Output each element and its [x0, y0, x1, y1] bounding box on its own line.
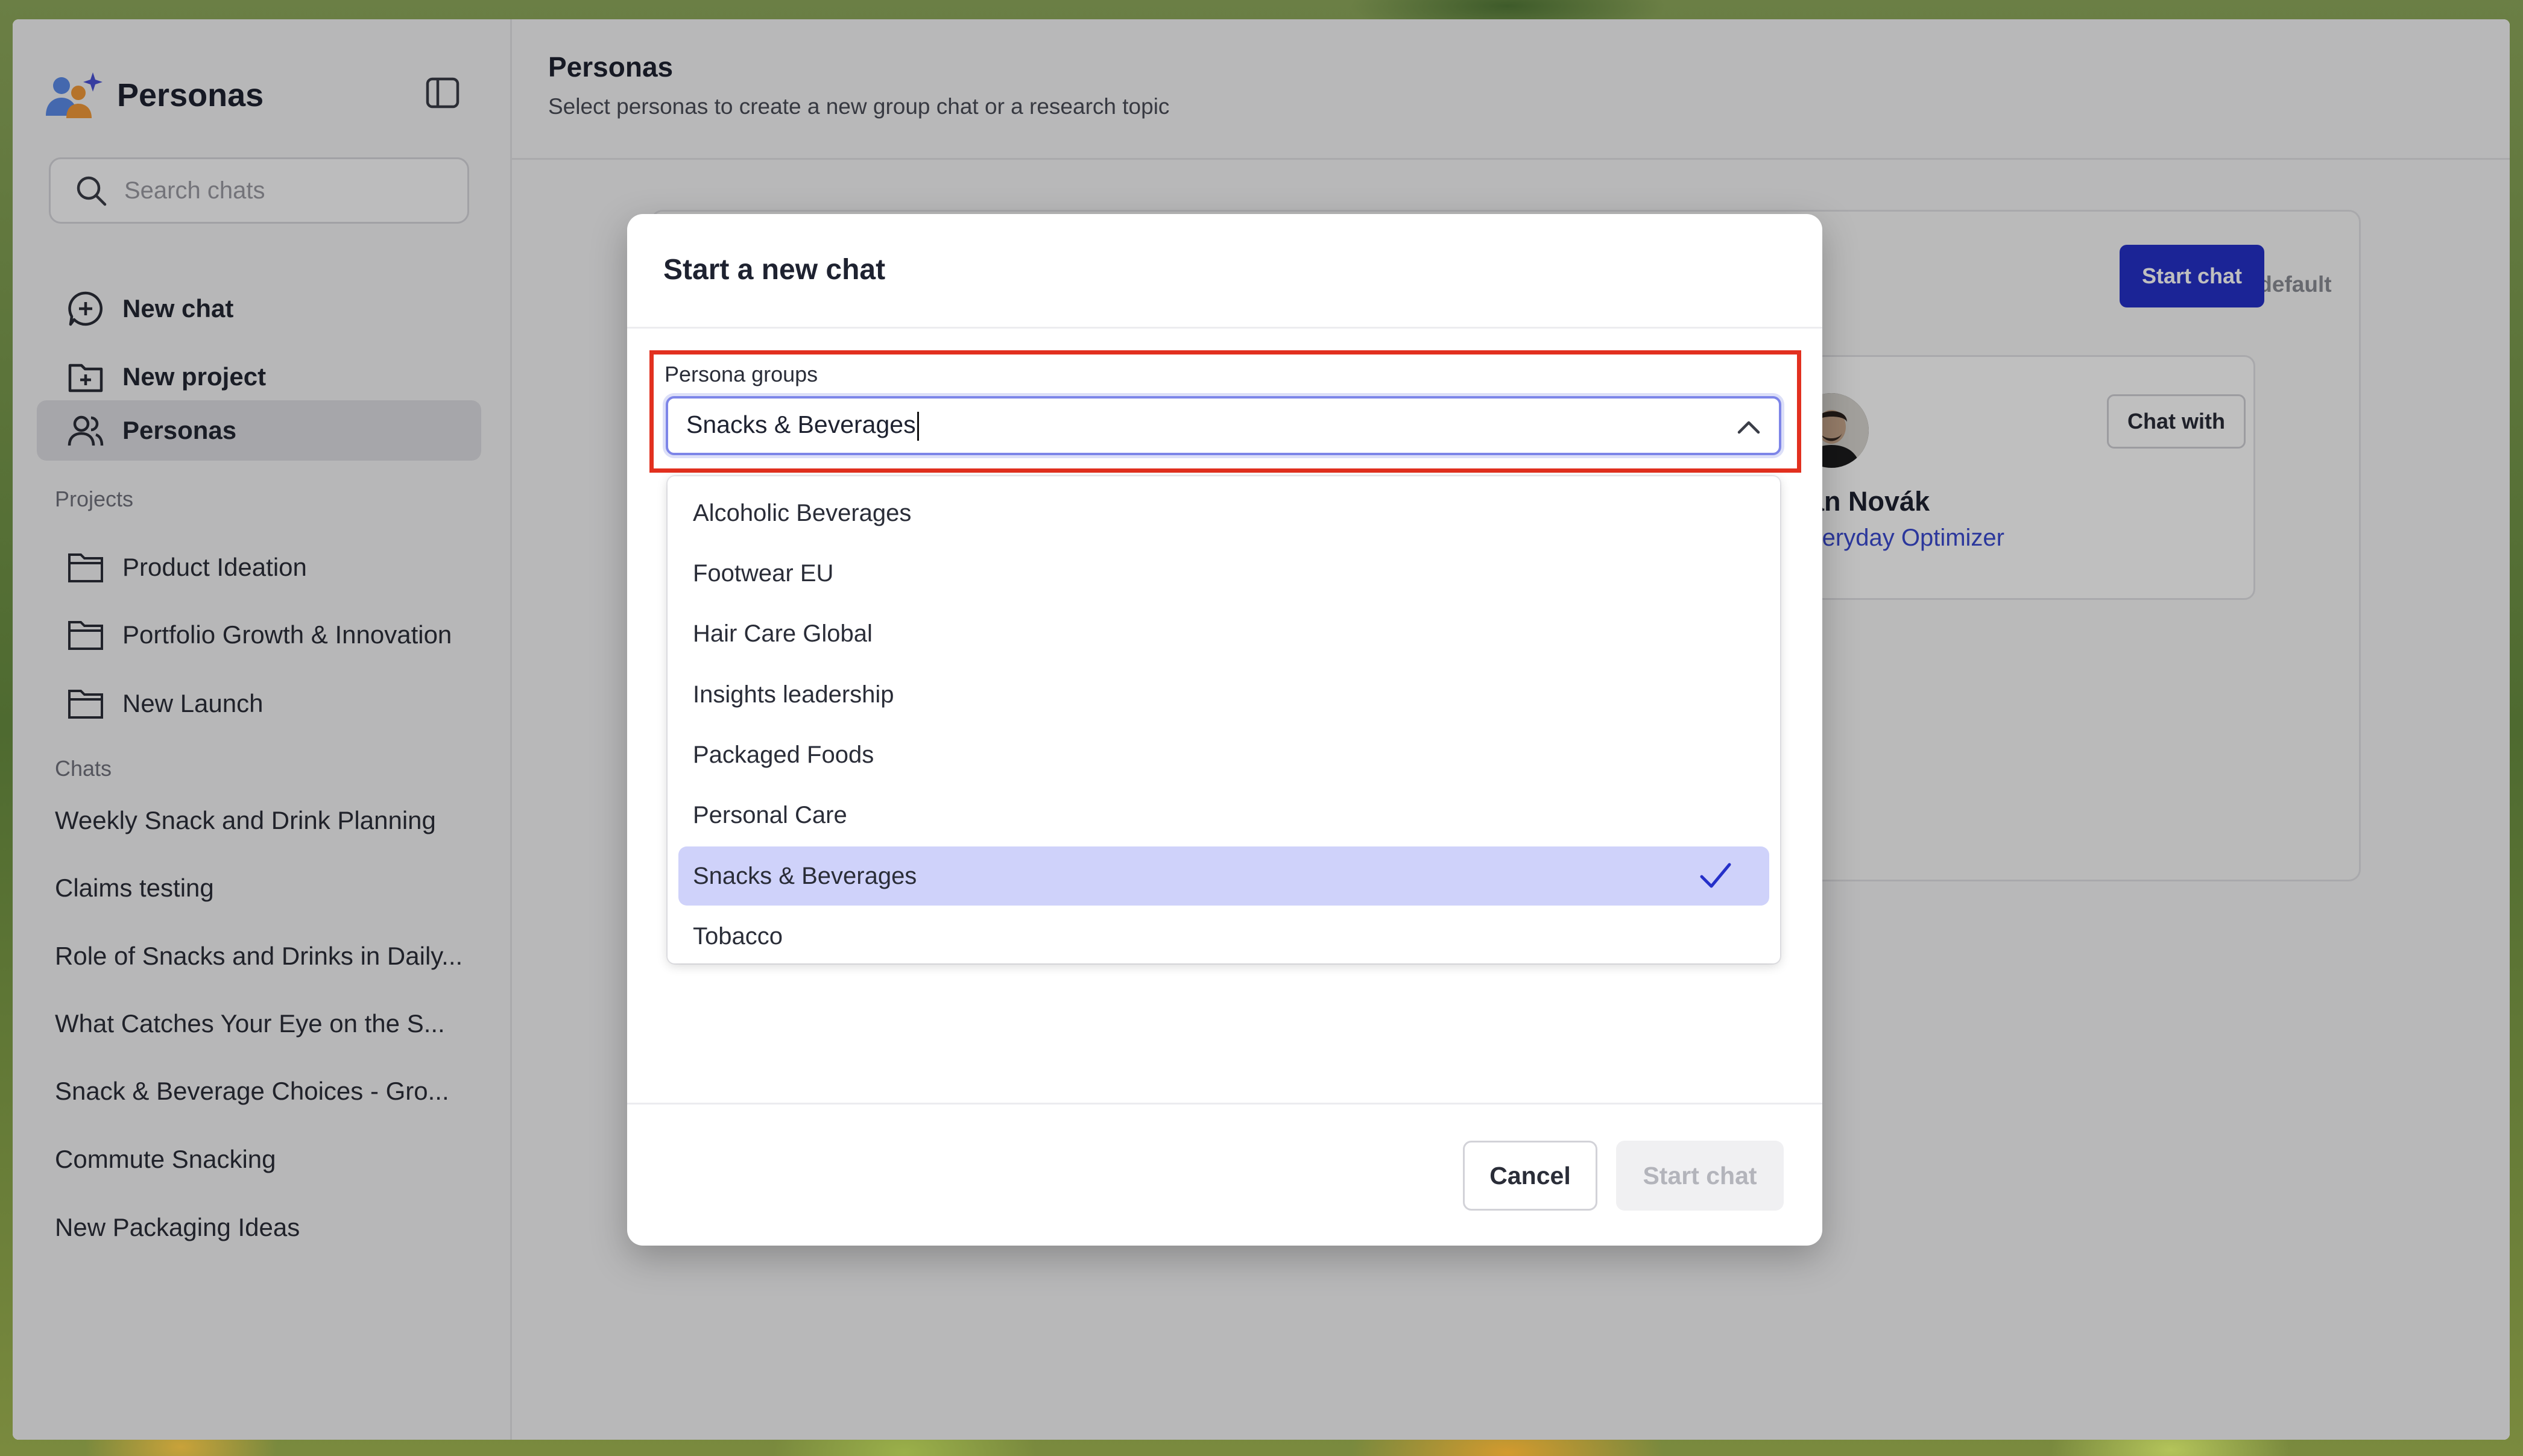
start-chat-dialog: Start a new chat Persona groups Snacks &…	[627, 214, 1822, 1246]
persona-groups-value[interactable]: Snacks & Beverages	[686, 411, 919, 441]
dropdown-option[interactable]: Alcoholic Beverages	[678, 484, 1769, 543]
persona-groups-dropdown: Alcoholic Beverages Footwear EU Hair Car…	[668, 476, 1780, 963]
divider	[627, 1103, 1822, 1105]
dropdown-option[interactable]: Packaged Foods	[678, 725, 1769, 784]
persona-groups-combobox[interactable]: Snacks & Beverages	[666, 396, 1781, 455]
divider	[627, 327, 1822, 329]
persona-groups-label: Persona groups	[665, 362, 818, 386]
dropdown-option[interactable]: Insights leadership	[678, 665, 1769, 724]
chevron-up-icon[interactable]	[1737, 417, 1761, 437]
dialog-title: Start a new chat	[663, 254, 886, 286]
dropdown-option[interactable]: Personal Care	[678, 786, 1769, 845]
start-chat-dialog-button[interactable]: Start chat	[1616, 1141, 1784, 1211]
dropdown-option[interactable]: Footwear EU	[678, 544, 1769, 603]
dropdown-option-selected[interactable]: Snacks & Beverages	[678, 846, 1769, 906]
dropdown-option[interactable]: Hair Care Global	[678, 604, 1769, 663]
checkmark-icon	[1698, 860, 1733, 891]
cancel-button[interactable]: Cancel	[1463, 1141, 1597, 1211]
dropdown-option[interactable]: Tobacco	[678, 907, 1769, 966]
